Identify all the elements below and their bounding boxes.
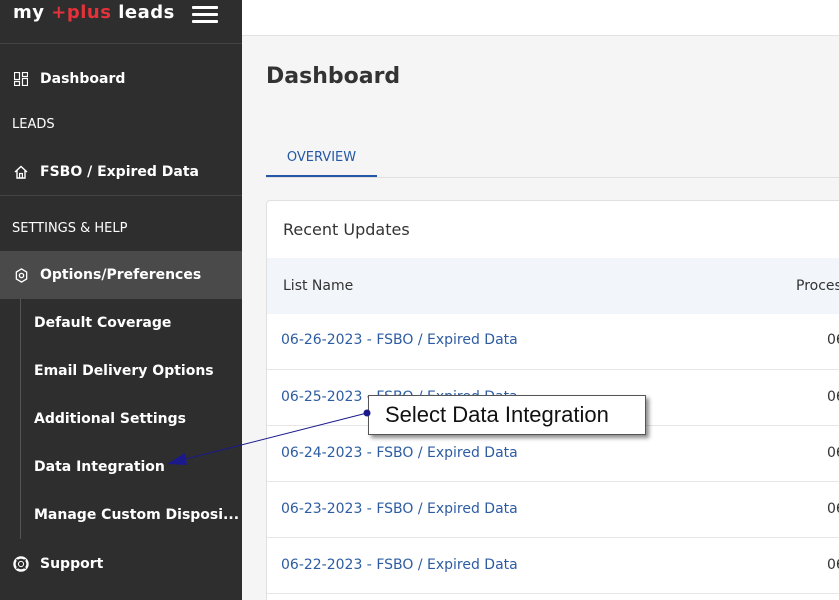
list-name-link[interactable]: 06-26-2023 - FSBO / Expired Data xyxy=(281,332,518,348)
brand-part-leads: leads xyxy=(111,2,175,23)
gear-icon xyxy=(13,267,29,283)
submenu-line xyxy=(20,299,21,539)
sidebar-subitem-default-coverage[interactable]: Default Coverage xyxy=(34,299,171,347)
sidebar-item-label: FSBO / Expired Data xyxy=(40,164,199,180)
sidebar-subitem-additional-settings[interactable]: Additional Settings xyxy=(34,395,186,443)
sidebar-subitem-email-delivery[interactable]: Email Delivery Options xyxy=(34,347,214,395)
divider xyxy=(0,195,242,196)
sidebar-item-label: Options/Preferences xyxy=(40,267,202,283)
sidebar-item-support[interactable]: Support xyxy=(0,540,242,588)
list-name-link[interactable]: 06-24-2023 - FSBO / Expired Data xyxy=(281,445,518,461)
page-title: Dashboard xyxy=(266,64,401,89)
sidebar-subitem-manage-custom[interactable]: Manage Custom Disposi... xyxy=(34,491,239,539)
sidebar-subitem-data-integration[interactable]: Data Integration xyxy=(34,443,165,491)
list-name-link[interactable]: 06-22-2023 - FSBO / Expired Data xyxy=(281,557,518,573)
sidebar-item-label: Dashboard xyxy=(40,71,126,87)
top-bar xyxy=(242,0,839,36)
brand-part-plus: +plus xyxy=(51,2,112,23)
sidebar-item-label: Support xyxy=(40,556,104,572)
home-icon xyxy=(13,164,29,180)
lifebuoy-icon xyxy=(13,556,29,572)
column-header-list-name[interactable]: List Name xyxy=(283,278,353,294)
section-label-leads: LEADS xyxy=(12,117,55,132)
annotation-callout: Select Data Integration xyxy=(368,395,646,435)
brand-part-my: my xyxy=(13,2,52,23)
column-header-processed[interactable]: Proces xyxy=(796,278,839,294)
divider xyxy=(0,43,242,44)
processed-cell: 06 xyxy=(827,557,839,573)
card-title: Recent Updates xyxy=(283,220,410,239)
tab-overview[interactable]: OVERVIEW xyxy=(266,148,377,177)
section-label-settings: SETTINGS & HELP xyxy=(12,221,128,236)
sidebar-item-dashboard[interactable]: Dashboard xyxy=(0,55,242,103)
brand-logo[interactable]: my +plus leads xyxy=(13,2,175,23)
processed-cell: 06 xyxy=(827,501,839,517)
hamburger-icon[interactable] xyxy=(192,6,218,26)
processed-cell: 06 xyxy=(827,445,839,461)
grid-icon xyxy=(13,71,29,87)
list-name-link[interactable]: 06-23-2023 - FSBO / Expired Data xyxy=(281,501,518,517)
sidebar: my +plus leads Dashboard LEADS FSBO / Ex… xyxy=(0,0,242,600)
processed-cell: 06 xyxy=(827,389,839,405)
processed-cell: 06 xyxy=(827,332,839,348)
tab-underline-rule xyxy=(266,177,839,178)
sidebar-item-fsbo[interactable]: FSBO / Expired Data xyxy=(0,148,242,196)
sidebar-item-options[interactable]: Options/Preferences xyxy=(0,251,242,299)
